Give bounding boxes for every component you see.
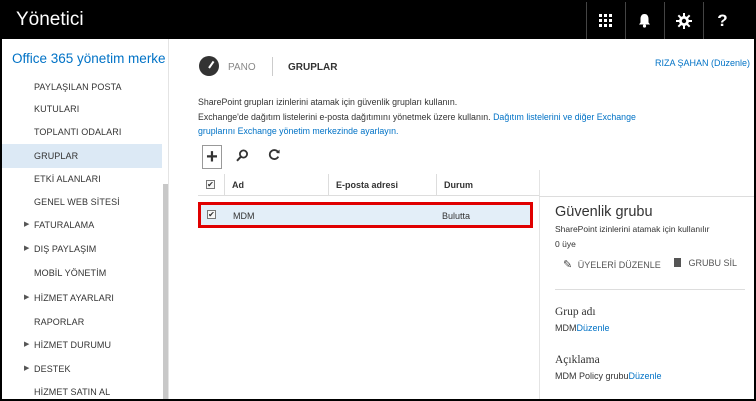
bell-icon[interactable] [625,2,663,39]
column-divider [436,174,437,196]
sidebar-item-label: TOPLANTI ODALARI [34,127,122,137]
sidebar-item-label: DIŞ PAYLAŞIM [34,244,97,254]
row-name: MDM [233,211,255,221]
sidebar-item-service-health[interactable]: ▶ HİZMET DURUMU [2,339,162,351]
distribution-lists-link[interactable]: Dağıtım listelerini ve diğer Exchange [493,112,636,122]
expand-arrow-icon: ▶ [24,365,30,372]
admin-center-title[interactable]: Office 365 yönetim merke [12,51,166,66]
sidebar-item-label: KUTULARI [34,104,80,114]
sidebar-item-label: HİZMET DURUMU [34,340,112,350]
detail-title: Güvenlik grubu [555,204,653,220]
description-text: MDM Policy grubu [555,371,629,381]
app-title: Yönetici [16,9,84,30]
delete-group-button[interactable]: GRUBU SİL [674,258,737,268]
sidebar-item-reports[interactable]: RAPORLAR [2,316,162,328]
admin-window: Yönetici ? Office 365 yönetim merke PAYL… [0,0,756,401]
sidebar-item-label: FATURALAMA [34,220,95,230]
detail-description: SharePoint izinlerini atamak için kullan… [555,224,710,234]
sidebar-item-external-sharing[interactable]: ▶ DIŞ PAYLAŞIM [2,243,162,255]
select-all-checkbox[interactable]: ✔ [206,180,215,189]
group-name-label: Grup adı [555,306,596,318]
sidebar-item-label: MOBİL YÖNETİM [34,268,107,278]
delete-group-label: GRUBU SİL [688,258,738,268]
sidebar-item-mobile-management[interactable]: MOBİL YÖNETİM [2,267,162,279]
sidebar-item-label: HİZMET SATIN AL [34,387,111,397]
sidebar-item-public-website[interactable]: GENEL WEB SİTESİ [2,196,162,208]
column-divider [328,174,329,196]
expand-arrow-icon: ▶ [24,245,30,252]
sidebar: Office 365 yönetim merke PAYLAŞILAN POST… [2,39,169,399]
sidebar-item-support[interactable]: ▶ DESTEK [2,363,162,375]
sidebar-item-groups[interactable]: GRUPLAR [2,144,162,168]
pencil-icon: ✎ [563,259,573,271]
description-line-3: gruplarını Exchange yönetim merkezinde a… [198,124,698,139]
expand-arrow-icon: ▶ [24,294,30,301]
row-status: Bulutta [442,211,471,221]
edit-description-link[interactable]: Düzenle [629,371,662,381]
description-line-2: Exchange'de dağıtım listelerini e-posta … [198,110,698,125]
edit-group-name-link[interactable]: Düzenle [577,323,610,333]
column-header-status[interactable]: Durum [444,174,473,196]
detail-divider [555,289,745,290]
sidebar-item-label: DESTEK [34,364,71,374]
group-name-value: MDMDüzenle [555,323,610,333]
column-header-name[interactable]: Ad [232,174,244,196]
dashboard-link[interactable]: PANO [228,62,256,73]
trash-icon [674,258,681,267]
sidebar-item-domains[interactable]: ETKİ ALANLARI [2,173,162,185]
expand-arrow-icon: ▶ [24,221,30,228]
help-icon[interactable]: ? [703,2,741,39]
member-count: 0 üye [555,239,576,249]
sidebar-item-label: RAPORLAR [34,317,85,327]
edit-members-label: ÜYELERİ DÜZENLE [577,260,661,270]
sidebar-scrollbar[interactable] [163,184,168,399]
description-value: MDM Policy grubuDüzenle [555,371,662,381]
sidebar-item-label: HİZMET AYARLARI [34,293,115,303]
sidebar-item-label: PAYLAŞILAN POSTA [34,82,122,92]
sidebar-item-purchase-services[interactable]: HİZMET SATIN AL [2,386,162,398]
user-link[interactable]: RIZA ŞAHAN (Düzenle) [655,58,750,68]
refresh-icon[interactable] [268,148,281,164]
exchange-admin-link[interactable]: gruplarını Exchange yönetim merkezinde a… [198,126,398,136]
header-underline [539,196,754,197]
detail-pane-divider [539,170,540,399]
sidebar-item-service-settings[interactable]: ▶ HİZMET AYARLARI [2,292,162,304]
app-launcher-icon[interactable] [586,2,624,39]
table-row[interactable]: ✔ MDM Bulutta [198,202,533,228]
column-header-email[interactable]: E-posta adresi [336,174,398,196]
row-checkbox[interactable]: ✔ [207,210,216,219]
page-title: GRUPLAR [288,62,338,73]
dashboard-icon[interactable] [199,56,219,76]
sidebar-item-meeting-rooms[interactable]: TOPLANTI ODALARI [2,126,162,138]
add-group-button[interactable]: + [202,145,222,169]
table-header: ✔ Ad E-posta adresi Durum [198,174,540,196]
edit-members-button[interactable]: ✎ ÜYELERİ DÜZENLE [563,258,661,271]
sidebar-item-shared-mailboxes-cont[interactable]: KUTULARI [2,103,162,115]
gear-icon[interactable] [664,2,702,39]
sidebar-item-label: GRUPLAR [34,151,79,161]
page-description: SharePoint grupları izinlerini atamak iç… [198,95,698,139]
description-label: Açıklama [555,354,600,366]
description-text: Exchange'de dağıtım listelerini e-posta … [198,111,494,122]
group-name-text: MDM [555,323,577,333]
sidebar-item-label: GENEL WEB SİTESİ [34,197,120,207]
description-line-1: SharePoint grupları izinlerini atamak iç… [198,97,458,107]
search-icon[interactable] [236,149,249,165]
column-divider [224,174,225,196]
expand-arrow-icon: ▶ [24,341,30,348]
top-bar: Yönetici ? [2,2,754,39]
header-divider [272,57,273,76]
sidebar-item-label: ETKİ ALANLARI [34,174,101,184]
sidebar-item-shared-mailboxes[interactable]: PAYLAŞILAN POSTA [2,81,162,93]
sidebar-item-billing[interactable]: ▶ FATURALAMA [2,219,162,231]
